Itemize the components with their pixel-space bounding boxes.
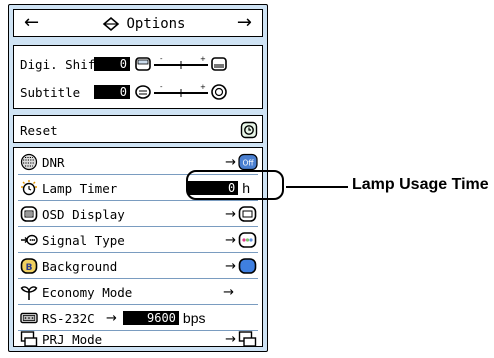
digi-shift-label: Digi. Shift	[20, 56, 103, 72]
rs232c-value: 9600	[122, 311, 179, 325]
reset-icon	[240, 121, 258, 139]
screen-icon	[211, 57, 227, 71]
prj-mode-label: PRJ Mode	[42, 331, 103, 347]
osd-display-icon	[20, 206, 38, 222]
subtitle-row[interactable]: Subtitle 0 - +	[20, 80, 258, 104]
list-divider	[18, 200, 258, 201]
subtitle-screen-icon	[211, 84, 227, 100]
dnr-arrow: →	[225, 154, 236, 170]
lamp-usage-time-callout: Lamp Usage Time	[352, 176, 489, 193]
callout-leader-line	[286, 186, 348, 188]
list-divider	[18, 226, 258, 227]
menu-title-text: Options	[126, 16, 186, 32]
reset-label: Reset	[20, 122, 58, 138]
signal-auto-icon	[238, 232, 257, 248]
list-item-signal-type[interactable]: Signal Type →	[20, 228, 258, 252]
background-arrow: →	[225, 258, 236, 274]
nav-left-arrow[interactable]: ←	[24, 12, 39, 34]
nav-right-arrow[interactable]: →	[237, 12, 252, 34]
svg-text:B: B	[26, 263, 33, 273]
digi-shift-value: 0	[94, 57, 130, 71]
list-item-prj-mode[interactable]: PRJ Mode →	[20, 330, 258, 348]
economy-mode-label: Economy Mode	[42, 284, 133, 300]
signal-type-arrow: →	[225, 232, 236, 248]
dnr-label: DNR	[42, 154, 65, 170]
subtitle-label: Subtitle	[20, 84, 81, 100]
rs232c-label: RS-232C	[42, 310, 95, 326]
blue-background-icon	[238, 258, 257, 274]
prj-normal-icon	[238, 331, 257, 347]
reset-row[interactable]: Reset	[20, 118, 258, 142]
subtitle-face-icon	[135, 85, 151, 99]
svg-text:+: +	[200, 83, 206, 91]
prj-mode-arrow: →	[225, 331, 236, 347]
dnr-icon	[20, 153, 38, 171]
background-label: Background	[42, 258, 118, 274]
digi-shift-slider[interactable]: - +	[152, 55, 210, 73]
list-item-osd-display[interactable]: OSD Display →	[20, 202, 258, 226]
list-divider	[18, 304, 258, 305]
economy-mode-arrow: →	[223, 284, 234, 300]
svg-text:-: -	[160, 55, 163, 63]
osd-display-label: OSD Display	[42, 206, 125, 222]
rs232c-arrow: →	[106, 310, 117, 326]
menu-title-bar: ← Options →	[13, 9, 263, 37]
osd-on-icon	[238, 206, 257, 222]
list-divider	[18, 252, 258, 253]
list-item-background[interactable]: B Background →	[20, 254, 258, 278]
menu-title: Options	[74, 13, 214, 35]
signal-type-icon	[21, 234, 38, 246]
rs232c-unit: bps	[182, 310, 206, 326]
lamp-timer-highlight	[186, 170, 284, 200]
digi-shift-row[interactable]: Digi. Shift 0 - +	[20, 52, 258, 76]
economy-mode-icon	[20, 286, 38, 300]
rs232c-icon	[20, 312, 38, 324]
options-icon	[103, 16, 120, 32]
svg-text:+: +	[200, 55, 206, 63]
reset-box: Reset	[13, 115, 263, 143]
subtitle-slider[interactable]: - +	[152, 83, 210, 101]
off-text: Off	[242, 159, 254, 168]
svg-text:-: -	[160, 83, 163, 91]
list-divider	[18, 278, 258, 279]
lamp-timer-label: Lamp Timer	[42, 180, 118, 196]
list-item-rs232c[interactable]: RS-232C → 9600 bps	[20, 306, 258, 330]
signal-type-label: Signal Type	[42, 232, 125, 248]
adjust-box: Digi. Shift 0 - + Subtitle 0 - +	[13, 45, 263, 109]
prj-mode-icon	[20, 331, 38, 347]
background-icon: B	[20, 258, 38, 274]
lamp-timer-icon	[21, 180, 37, 196]
osd-display-arrow: →	[225, 206, 236, 222]
subtitle-value: 0	[94, 85, 130, 99]
off-icon: Off	[238, 153, 258, 171]
projector-icon	[135, 57, 151, 71]
list-item-economy-mode[interactable]: Economy Mode →	[20, 280, 258, 304]
